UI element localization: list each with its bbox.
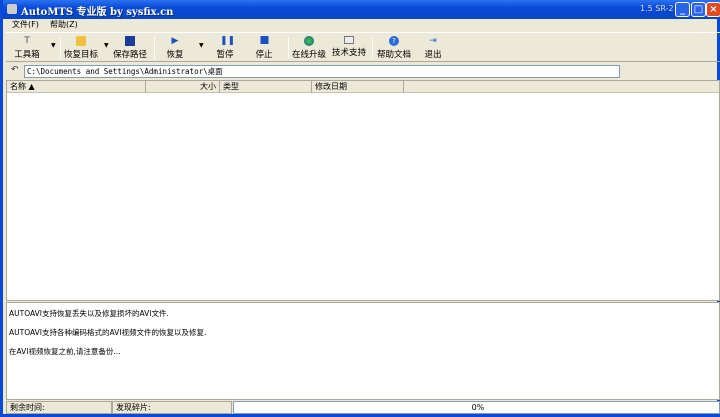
stop-button[interactable]: 停止 <box>255 36 273 60</box>
restore-target-dropdown[interactable]: ▼ <box>104 42 109 49</box>
help-icon: ? <box>388 36 399 46</box>
menu-bar: 文件(F) 帮助(Z) <box>6 19 720 31</box>
label: 恢复目标 <box>63 50 99 60</box>
toolbar: T 工具箱 ▼ 恢复目标 ▼ 保存路径 ▶ 恢复 ▼ ❚❚ 暂停 停止 在线升级 技术… <box>6 32 720 62</box>
label: 技术支持 <box>331 48 367 58</box>
label: 停止 <box>255 50 273 60</box>
file-list[interactable]: 名称 ▲ 大小 类型 修改日期 <box>6 80 720 301</box>
column-modified[interactable]: 修改日期 <box>312 81 404 93</box>
separator <box>154 37 155 59</box>
restore-button[interactable]: ▶ 恢复 <box>166 36 183 60</box>
exit-button[interactable]: ⇥ 退出 <box>424 36 441 60</box>
save-path-button[interactable]: 保存路径 <box>113 36 147 60</box>
label: 暂停 <box>216 50 234 60</box>
label: 恢复 <box>166 50 184 60</box>
window-title: AutoMTS 专业版 by sysfix.cn <box>21 7 174 18</box>
column-type[interactable]: 类型 <box>220 81 312 93</box>
tech-support-button[interactable]: 技术支持 <box>332 36 366 58</box>
status-bar: 剩余时间: 发现碎片: 0% <box>6 401 720 414</box>
support-icon <box>343 36 354 44</box>
label: 保存路径 <box>112 50 148 60</box>
help-doc-button[interactable]: ? 帮助文档 <box>377 36 411 60</box>
label: 工具箱 <box>14 50 40 60</box>
info-pane: AUTOAVI支持恢复丢失以及修复损坏的AVI文件. AUTOAVI支持各种编码… <box>6 302 720 400</box>
separator <box>60 37 61 59</box>
fragments-found: 发现碎片: <box>112 401 232 414</box>
main-window: AutoMTS 专业版 by sysfix.cn 1.5 SR-2 _ □ × … <box>0 0 720 417</box>
title-bar: AutoMTS 专业版 by sysfix.cn 1.5 SR-2 _ □ × <box>3 0 720 19</box>
menu-file[interactable]: 文件(F) <box>12 19 39 30</box>
label: 退出 <box>424 50 442 60</box>
online-upgrade-button[interactable]: 在线升级 <box>292 36 326 60</box>
label: 名称 <box>10 82 26 91</box>
info-line: 在AVI视频恢复之前,请注意备份... <box>9 347 121 356</box>
close-button[interactable]: × <box>706 2 720 17</box>
separator <box>372 37 373 59</box>
version-label: 1.5 SR-2 <box>640 4 674 13</box>
play-icon: ▶ <box>171 36 179 46</box>
column-size[interactable]: 大小 <box>146 81 220 93</box>
folder-icon <box>75 36 86 46</box>
minimize-button[interactable]: _ <box>675 2 690 17</box>
pause-button[interactable]: ❚❚ 暂停 <box>216 36 236 60</box>
exit-icon: ⇥ <box>429 36 437 46</box>
label: 在线升级 <box>291 50 327 60</box>
stop-icon <box>259 36 268 44</box>
label: 帮助文档 <box>376 50 412 60</box>
restore-dropdown[interactable]: ▼ <box>199 42 204 49</box>
progress-bar: 0% <box>233 401 720 414</box>
column-name[interactable]: 名称 ▲ <box>7 81 146 93</box>
info-line: AUTOAVI支持恢复丢失以及修复损坏的AVI文件. <box>9 309 169 318</box>
back-icon[interactable]: ↶ <box>11 65 19 75</box>
save-icon <box>124 36 135 46</box>
info-line: AUTOAVI支持各种编码格式的AVI视频文件的恢复以及修复. <box>9 328 207 337</box>
restore-target-button[interactable]: 恢复目标 <box>64 36 98 60</box>
separator <box>288 37 289 59</box>
maximize-button[interactable]: □ <box>691 2 706 17</box>
pause-icon: ❚❚ <box>219 36 236 46</box>
toolbox-dropdown[interactable]: ▼ <box>51 42 56 49</box>
toolbox-icon: T <box>24 36 30 46</box>
path-input[interactable]: C:\Documents and Settings\Administrator\… <box>24 65 620 78</box>
list-header: 名称 ▲ 大小 类型 修改日期 <box>7 81 719 93</box>
remaining-time: 剩余时间: <box>6 401 112 414</box>
toolbox-button[interactable]: T 工具箱 <box>14 36 40 60</box>
menu-help[interactable]: 帮助(Z) <box>50 19 78 30</box>
app-icon <box>7 4 17 14</box>
globe-icon <box>303 36 314 46</box>
